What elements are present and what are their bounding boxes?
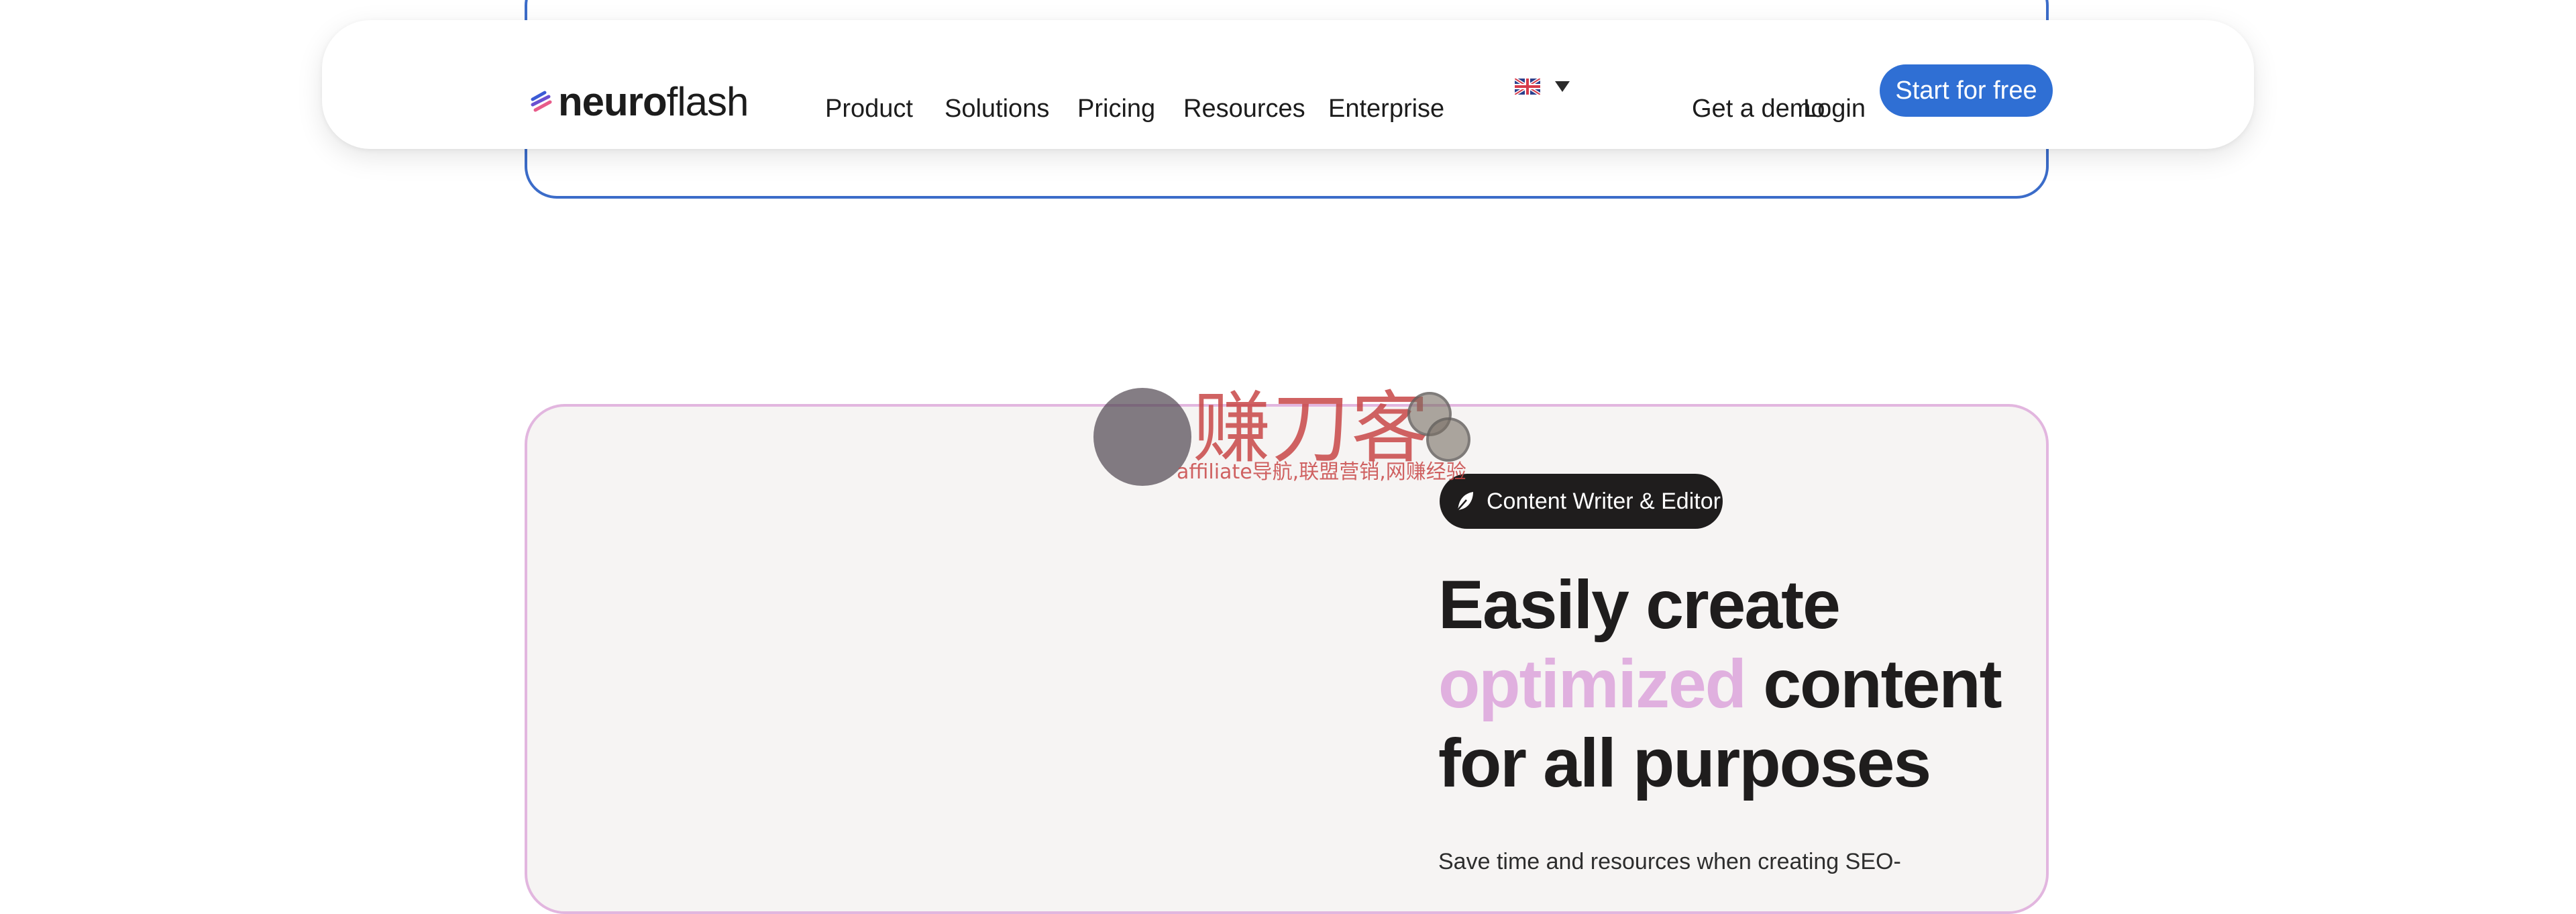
site-header: neuroflash Product Solutions Pricing Res…	[322, 20, 2254, 149]
headline-line1: Easily create	[1438, 566, 1841, 643]
login-link[interactable]: Login	[1803, 93, 1866, 125]
watermark: 赚刀客 affiliate导航,联盟营销,网赚经验	[1093, 383, 1483, 489]
uk-flag-icon	[1515, 79, 1540, 95]
watermark-title: 赚刀客	[1193, 383, 1430, 474]
headline-rest: content	[1745, 646, 2002, 722]
start-for-free-button[interactable]: Start for free	[1880, 64, 2053, 117]
feature-headline: Easily create optimized content for all …	[1438, 565, 2042, 803]
logo-wordmark: neuroflash	[558, 79, 749, 124]
logo[interactable]: neuroflash	[530, 79, 749, 124]
nav-solutions[interactable]: Solutions	[945, 93, 1049, 125]
logo-mark-icon	[531, 91, 552, 112]
feather-pen-icon	[1456, 492, 1473, 511]
feature-description: Save time and resources when creating SE…	[1438, 849, 1901, 874]
nav-enterprise[interactable]: Enterprise	[1328, 93, 1444, 125]
nav-pricing[interactable]: Pricing	[1077, 93, 1155, 125]
headline-accent: optimized	[1438, 646, 1747, 722]
nav-product[interactable]: Product	[825, 93, 913, 125]
watermark-subtitle: affiliate导航,联盟营销,网赚经验	[1177, 460, 1466, 484]
coin-icon	[1426, 417, 1470, 462]
chevron-down-icon	[1555, 81, 1570, 92]
feature-badge-label: Content Writer & Editor	[1487, 488, 1721, 514]
nav-resources[interactable]: Resources	[1183, 93, 1305, 125]
language-selector[interactable]	[1515, 79, 1570, 95]
headline-line3: for all purposes	[1438, 725, 1931, 801]
